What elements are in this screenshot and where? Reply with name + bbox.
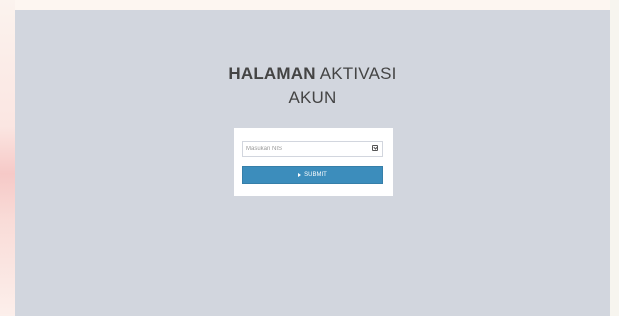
nis-input[interactable] <box>243 142 370 156</box>
page-title-rest: AKTIVASI <box>315 64 397 83</box>
page-title-line1: HALAMAN AKTIVASI <box>15 62 610 86</box>
id-card-icon <box>372 145 378 151</box>
sign-in-icon <box>298 172 302 177</box>
nis-input-group <box>242 141 383 157</box>
submit-button-label: SUBMIT <box>304 172 327 178</box>
login-page-background: HALAMAN AKTIVASI AKUN SUBMIT <box>15 10 610 316</box>
page-title: HALAMAN AKTIVASI AKUN <box>15 62 610 110</box>
left-edge-decoration <box>0 0 15 316</box>
submit-button[interactable]: SUBMIT <box>242 166 383 184</box>
page-title-bold: HALAMAN <box>228 64 316 83</box>
right-edge-decoration <box>610 0 619 316</box>
page-title-line2: AKUN <box>288 88 337 107</box>
activation-form-card: SUBMIT <box>234 128 393 196</box>
